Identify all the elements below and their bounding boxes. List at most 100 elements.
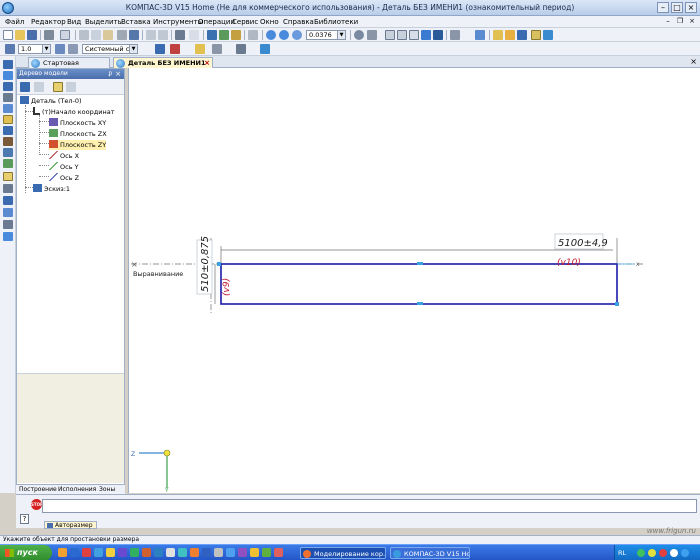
- tab-construction[interactable]: Построение: [19, 486, 57, 493]
- appearance-icon[interactable]: [517, 30, 527, 40]
- view-style-icon[interactable]: [260, 44, 270, 54]
- tab-part-document[interactable]: Деталь БЕЗ ИМЕНИ1 ×: [113, 57, 213, 68]
- geometry-icon[interactable]: [3, 184, 13, 193]
- tree-node-plane-zx[interactable]: Плоскость ZX: [49, 129, 107, 139]
- constraints-icon[interactable]: [3, 196, 13, 205]
- quicklaunch-icon[interactable]: [226, 548, 235, 557]
- menu-insert[interactable]: Вставка: [121, 18, 151, 26]
- cut-icon[interactable]: [79, 30, 89, 40]
- new-file-icon[interactable]: [3, 30, 13, 40]
- measure-tool-icon[interactable]: [3, 148, 13, 157]
- maximize-button[interactable]: □: [671, 2, 683, 13]
- curve-icon[interactable]: [236, 44, 246, 54]
- command-field[interactable]: [42, 499, 697, 513]
- tree-node-plane-zy[interactable]: Плоскость ZY: [49, 140, 107, 150]
- help-button[interactable]: ?: [20, 514, 29, 524]
- zoom-window-icon[interactable]: [292, 30, 302, 40]
- quicklaunch-icon[interactable]: [250, 548, 259, 557]
- sketch-icon[interactable]: [3, 172, 13, 181]
- preview-icon[interactable]: [60, 30, 70, 40]
- menu-select[interactable]: Выделить: [85, 18, 122, 26]
- tree-node-sketch[interactable]: Эскиз:1: [33, 184, 70, 194]
- thin-lines-icon[interactable]: [409, 30, 419, 40]
- sheet-metal-icon[interactable]: [3, 137, 13, 146]
- tab-executions[interactable]: Исполнения: [58, 486, 96, 493]
- line-style-combo[interactable]: 1.0 ▼: [18, 44, 51, 54]
- doc-minimize-icon[interactable]: –: [663, 17, 673, 26]
- tab-zones[interactable]: Зоны: [99, 486, 115, 493]
- quicklaunch-icon[interactable]: [70, 548, 79, 557]
- redo-icon[interactable]: [158, 30, 168, 40]
- snap-icon[interactable]: [5, 44, 15, 54]
- tray-icon[interactable]: [659, 549, 667, 557]
- shaded-edges-icon[interactable]: [433, 30, 443, 40]
- quicklaunch-icon[interactable]: [274, 548, 283, 557]
- task-browser[interactable]: Моделирование кор...: [300, 547, 386, 559]
- measure-icon[interactable]: [219, 30, 229, 40]
- quicklaunch-icon[interactable]: [58, 548, 67, 557]
- quicklaunch-icon[interactable]: [118, 548, 127, 557]
- library-manager-icon[interactable]: [189, 30, 199, 40]
- selection-filters-icon[interactable]: [3, 159, 13, 168]
- orientation-icon[interactable]: [367, 30, 377, 40]
- quicklaunch-icon[interactable]: [142, 548, 151, 557]
- surfaces-icon[interactable]: [3, 82, 13, 91]
- spatial-curves-icon[interactable]: [3, 71, 13, 80]
- tab-start-page[interactable]: Стартовая страница: [28, 57, 110, 77]
- shaded-icon[interactable]: [421, 30, 431, 40]
- tree-separate-icon[interactable]: [53, 82, 63, 92]
- library-icon[interactable]: [543, 30, 553, 40]
- quicklaunch-icon[interactable]: [214, 548, 223, 557]
- sketch-drawing[interactable]: × x 5100±4,9 (v10) 510±0,875 (v9) Выравн…: [129, 68, 700, 494]
- quicklaunch-icon[interactable]: [82, 548, 91, 557]
- quicklaunch-icon[interactable]: [106, 548, 115, 557]
- tray-icon[interactable]: [670, 549, 678, 557]
- quicklaunch-icon[interactable]: [202, 548, 211, 557]
- paste-icon[interactable]: [103, 30, 113, 40]
- grid-icon[interactable]: [248, 30, 258, 40]
- zoom-combo[interactable]: 0.0376 ▼: [306, 30, 346, 40]
- save-icon[interactable]: [27, 30, 37, 40]
- dimensions-icon[interactable]: [3, 115, 13, 124]
- panel-close-icon[interactable]: ×: [115, 69, 121, 79]
- task-kompas[interactable]: КОМПАС-3D V15 Hom...: [390, 547, 470, 559]
- tree-structure-icon[interactable]: [34, 82, 44, 92]
- stop-button[interactable]: STOP: [31, 499, 43, 510]
- tree-node-axis-z[interactable]: Ось Z: [49, 173, 79, 183]
- parametrize-icon[interactable]: [155, 44, 165, 54]
- arrays-icon[interactable]: [3, 93, 13, 102]
- layer-combo[interactable]: Системный слой (0)▼: [82, 44, 138, 54]
- editing-icon[interactable]: [3, 208, 13, 217]
- menu-file[interactable]: Файл: [5, 18, 24, 26]
- strip-close-icon[interactable]: ×: [690, 57, 697, 66]
- quicklaunch-icon[interactable]: [262, 548, 271, 557]
- tree-node-axis-y[interactable]: Ось Y: [49, 162, 79, 172]
- fx-icon[interactable]: [231, 30, 241, 40]
- quicklaunch-icon[interactable]: [166, 548, 175, 557]
- doc-close-icon[interactable]: ×: [687, 17, 697, 26]
- parametrization-icon[interactable]: [3, 220, 13, 229]
- zoom-in-icon[interactable]: [266, 30, 276, 40]
- tree-filter-icon[interactable]: [66, 82, 76, 92]
- auxiliary-geometry-icon[interactable]: [3, 104, 13, 113]
- model-canvas[interactable]: × x 5100±4,9 (v10) 510±0,875 (v9) Выравн…: [128, 68, 700, 494]
- diagnostics-icon[interactable]: [3, 126, 13, 135]
- perspective-icon[interactable]: [450, 30, 460, 40]
- tray-icon[interactable]: [637, 549, 645, 557]
- tree-node-axis-x[interactable]: Ось X: [49, 151, 79, 161]
- tray-icon[interactable]: [648, 549, 656, 557]
- menu-help[interactable]: Справка: [283, 18, 314, 26]
- layer-state-icon[interactable]: [68, 44, 78, 54]
- properties-icon[interactable]: [129, 30, 139, 40]
- menu-editor[interactable]: Редактор: [31, 18, 66, 26]
- edit-part-icon[interactable]: [3, 60, 13, 69]
- undo-icon[interactable]: [146, 30, 156, 40]
- menu-view[interactable]: Вид: [67, 18, 81, 26]
- tree-view-icon[interactable]: [20, 82, 30, 92]
- language-indicator[interactable]: RL: [618, 549, 626, 557]
- quicklaunch-icon[interactable]: [190, 548, 199, 557]
- tree-node-origin[interactable]: (т)Начало координат: [33, 107, 115, 117]
- menu-tools[interactable]: Инструменты: [153, 18, 203, 26]
- close-button[interactable]: ×: [685, 2, 697, 13]
- local-cs-icon[interactable]: [170, 44, 180, 54]
